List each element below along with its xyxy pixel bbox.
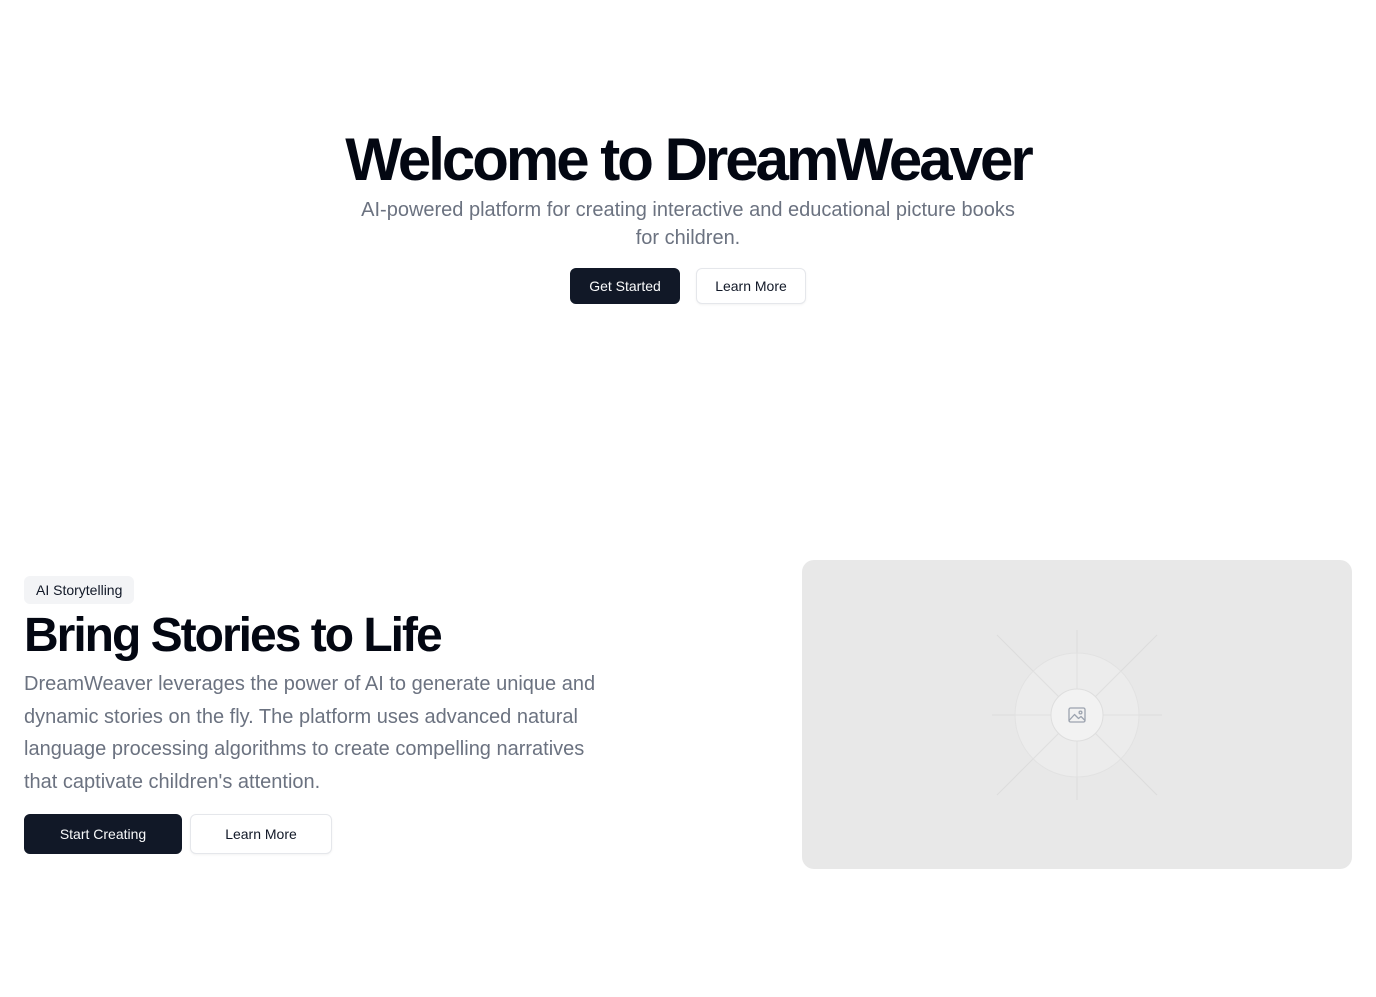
hero-title: Welcome to DreamWeaver	[345, 126, 1033, 193]
feature-description: DreamWeaver leverages the power of AI to…	[24, 673, 596, 793]
feature-badge: AI Storytelling	[24, 576, 135, 604]
placeholder-graphic	[992, 630, 1162, 800]
feature-learn-more-button[interactable]: Learn More	[190, 814, 332, 854]
feature-actions: Start Creating Learn More	[24, 814, 332, 854]
start-creating-button[interactable]: Start Creating	[24, 814, 182, 854]
learn-more-button[interactable]: Learn More	[696, 268, 806, 304]
image-placeholder	[802, 560, 1352, 869]
hero-actions: Get Started Learn More	[570, 268, 806, 304]
get-started-button[interactable]: Get Started	[570, 268, 680, 304]
hero-subtitle: AI-powered platform for creating interac…	[361, 199, 1015, 249]
feature-title: Bring Stories to Life	[24, 609, 443, 662]
